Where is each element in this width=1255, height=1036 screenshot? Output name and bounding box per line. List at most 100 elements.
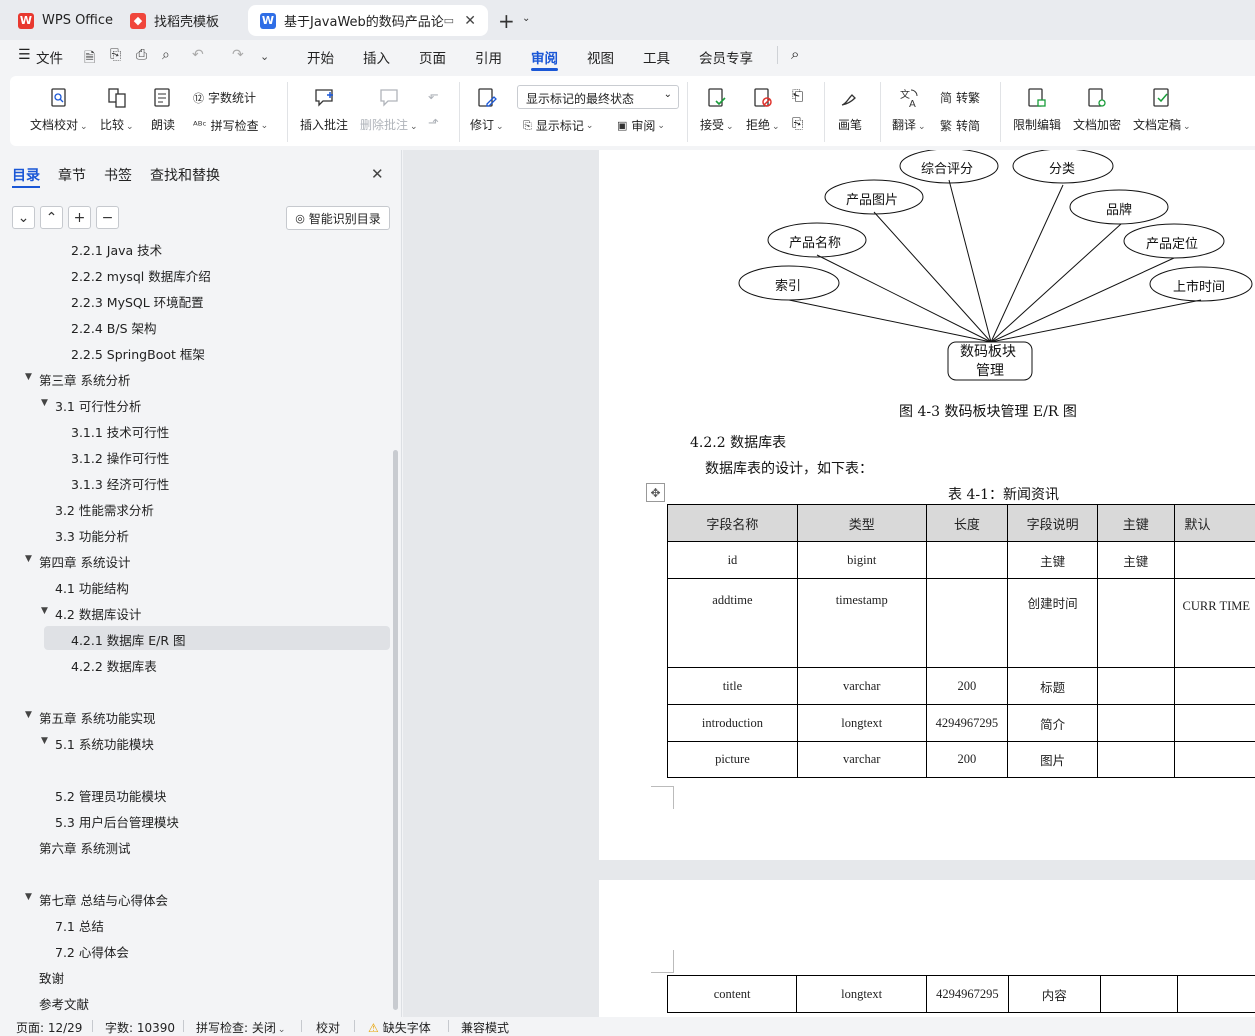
menu-member[interactable]: 会员专享 <box>699 47 753 67</box>
tab-toc[interactable]: 目录 <box>12 165 40 185</box>
table-cell[interactable] <box>1174 668 1255 705</box>
table-cell[interactable] <box>1097 742 1174 778</box>
toc-item[interactable]: 第七章 总结与心得体会 <box>39 890 168 909</box>
toc-item[interactable]: 第五章 系统功能实现 <box>39 708 155 727</box>
prev-comment-icon[interactable]: ⬐ <box>428 88 439 103</box>
collapse-button[interactable]: − <box>96 206 119 229</box>
hamburger-icon[interactable]: ☰ <box>18 47 31 63</box>
collapse-up-button[interactable]: ⌃ <box>40 206 63 229</box>
table-cell[interactable]: id <box>668 542 798 579</box>
table-cell[interactable] <box>1097 705 1174 742</box>
expand-button[interactable]: + <box>68 206 91 229</box>
tab-bookmarks[interactable]: 书签 <box>104 165 132 185</box>
expand-arrow-icon[interactable]: ▼ <box>25 372 32 382</box>
menu-file[interactable]: 文件 <box>36 47 63 67</box>
page-indicator[interactable]: 页面: 12/29 <box>16 1019 82 1036</box>
tab-chapters[interactable]: 章节 <box>58 165 86 185</box>
insert-comment-button[interactable]: 插入批注 <box>300 86 348 133</box>
toc-item[interactable]: 2.2.4 B/S 架构 <box>71 318 156 337</box>
chevron-down-icon[interactable]: ⌄ <box>522 13 530 24</box>
table-cell[interactable]: longtext <box>797 705 926 742</box>
table-cell[interactable]: 图片 <box>1008 742 1098 778</box>
table-cell[interactable] <box>1097 668 1174 705</box>
table-cell[interactable]: 200 <box>926 668 1008 705</box>
toc-item[interactable]: 2.2.3 MySQL 环境配置 <box>71 292 204 311</box>
toc-item[interactable]: 3.1.1 技术可行性 <box>71 422 169 441</box>
table-cell[interactable] <box>1174 742 1255 778</box>
save-icon[interactable]: 🗎 <box>84 47 95 71</box>
table-cell[interactable]: varchar <box>797 668 926 705</box>
redo-icon[interactable]: ↷ <box>232 47 244 63</box>
table-cell[interactable]: title <box>668 668 798 705</box>
table-cell[interactable]: timestamp <box>797 579 926 668</box>
table-move-handle-icon[interactable]: ✥ <box>646 483 665 502</box>
table-cell[interactable]: 200 <box>926 742 1008 778</box>
table-cell[interactable]: 标题 <box>1008 668 1098 705</box>
search-icon[interactable]: ⌕ <box>791 45 799 63</box>
markup-state-select[interactable]: 显示标记的最终状态⌄ <box>517 85 679 109</box>
expand-arrow-icon[interactable]: ▼ <box>25 892 32 902</box>
collapse-down-button[interactable]: ⌄ <box>12 206 35 229</box>
toc-item[interactable]: 2.2.2 mysql 数据库介绍 <box>71 266 211 285</box>
table-cell[interactable]: content <box>668 976 797 1013</box>
menu-view[interactable]: 视图 <box>587 47 614 67</box>
word-count-status[interactable]: 字数: 10390 <box>105 1019 175 1036</box>
toc-item[interactable]: 3.3 功能分析 <box>55 526 129 545</box>
review-pane-button[interactable]: ▣审阅⌄ <box>617 117 665 134</box>
encrypt-button[interactable]: 文档加密 <box>1073 86 1121 133</box>
undo-icon[interactable]: ↶ <box>192 47 204 63</box>
close-icon[interactable]: ✕ <box>371 165 384 183</box>
table-cell[interactable] <box>926 542 1008 579</box>
toc-item[interactable]: 第四章 系统设计 <box>39 552 130 571</box>
table-cell[interactable] <box>1100 976 1177 1013</box>
table-cell[interactable]: longtext <box>797 976 927 1013</box>
print-icon[interactable]: ⎙ <box>136 47 147 63</box>
show-markup-button[interactable]: ⎘显示标记⌄ <box>523 117 593 134</box>
monitor-icon[interactable]: ▭ <box>444 14 454 27</box>
spell-check-button[interactable]: ᴬᴮᶜ拼写检查⌄ <box>193 117 268 134</box>
toc-item[interactable]: 3.1.3 经济可行性 <box>71 474 169 493</box>
close-tab-icon[interactable]: ✕ <box>464 13 476 29</box>
finalize-button[interactable]: 文档定稿⌄ <box>1133 86 1191 133</box>
next-change-icon[interactable]: ⎘ <box>792 116 803 132</box>
toc-item[interactable]: 4.1 功能结构 <box>55 578 129 597</box>
word-count-button[interactable]: ⑫字数统计 <box>193 89 256 106</box>
pen-button[interactable]: 画笔 <box>838 86 862 133</box>
toc-item[interactable]: 第三章 系统分析 <box>39 370 130 389</box>
toc-item-selected[interactable]: 4.2.1 数据库 E/R 图 <box>71 630 186 649</box>
restrict-edit-button[interactable]: 限制编辑 <box>1013 86 1061 133</box>
toc-item[interactable]: 3.1.2 操作可行性 <box>71 448 169 467</box>
table-cell[interactable]: 主键 <box>1097 542 1174 579</box>
table-cell[interactable]: bigint <box>797 542 926 579</box>
toc-item[interactable]: 5.1 系统功能模块 <box>55 734 154 753</box>
spell-check-status[interactable]: 拼写检查: 关闭⌄ <box>196 1019 285 1036</box>
table-cell[interactable]: 创建时间 <box>1008 579 1098 668</box>
expand-arrow-icon[interactable]: ▼ <box>41 606 48 616</box>
toc-item[interactable]: 5.2 管理员功能模块 <box>55 786 166 805</box>
menu-insert[interactable]: 插入 <box>363 47 390 67</box>
table-cell[interactable]: 4294967295 <box>926 705 1008 742</box>
table-cell[interactable]: 主键 <box>1008 542 1098 579</box>
prev-change-icon[interactable]: ⎗ <box>792 88 803 104</box>
next-comment-icon[interactable]: ⬏ <box>428 116 439 131</box>
doc-check-button[interactable]: 文档校对⌄ <box>30 86 88 133</box>
translate-button[interactable]: 文A 翻译⌄ <box>892 86 926 133</box>
table-cell[interactable] <box>1174 705 1255 742</box>
table-cell[interactable]: introduction <box>668 705 798 742</box>
toc-item[interactable]: 4.2.2 数据库表 <box>71 656 157 675</box>
missing-font-status[interactable]: ⚠缺失字体 <box>368 1019 431 1036</box>
toc-item[interactable]: 7.2 心得体会 <box>55 942 129 961</box>
table-cell[interactable]: varchar <box>797 742 926 778</box>
toc-item[interactable]: 第六章 系统测试 <box>39 838 130 857</box>
delete-comment-button[interactable]: 删除批注⌄ <box>360 86 418 133</box>
toc-item[interactable]: 5.3 用户后台管理模块 <box>55 812 179 831</box>
compare-button[interactable]: 比较⌄ <box>100 86 134 133</box>
table-cell[interactable]: 4294967295 <box>926 976 1008 1013</box>
expand-arrow-icon[interactable]: ▼ <box>41 736 48 746</box>
to-traditional-button[interactable]: 简转繁 <box>940 89 980 106</box>
smart-toc-button[interactable]: ◎智能识别目录 <box>286 206 390 230</box>
tab-document[interactable]: W 基于JavaWeb的数码产品论坛 ▭ ✕ <box>248 5 488 36</box>
to-simplified-button[interactable]: 繁转简 <box>940 117 980 134</box>
menu-tools[interactable]: 工具 <box>643 47 670 67</box>
reject-button[interactable]: 拒绝⌄ <box>746 86 780 133</box>
